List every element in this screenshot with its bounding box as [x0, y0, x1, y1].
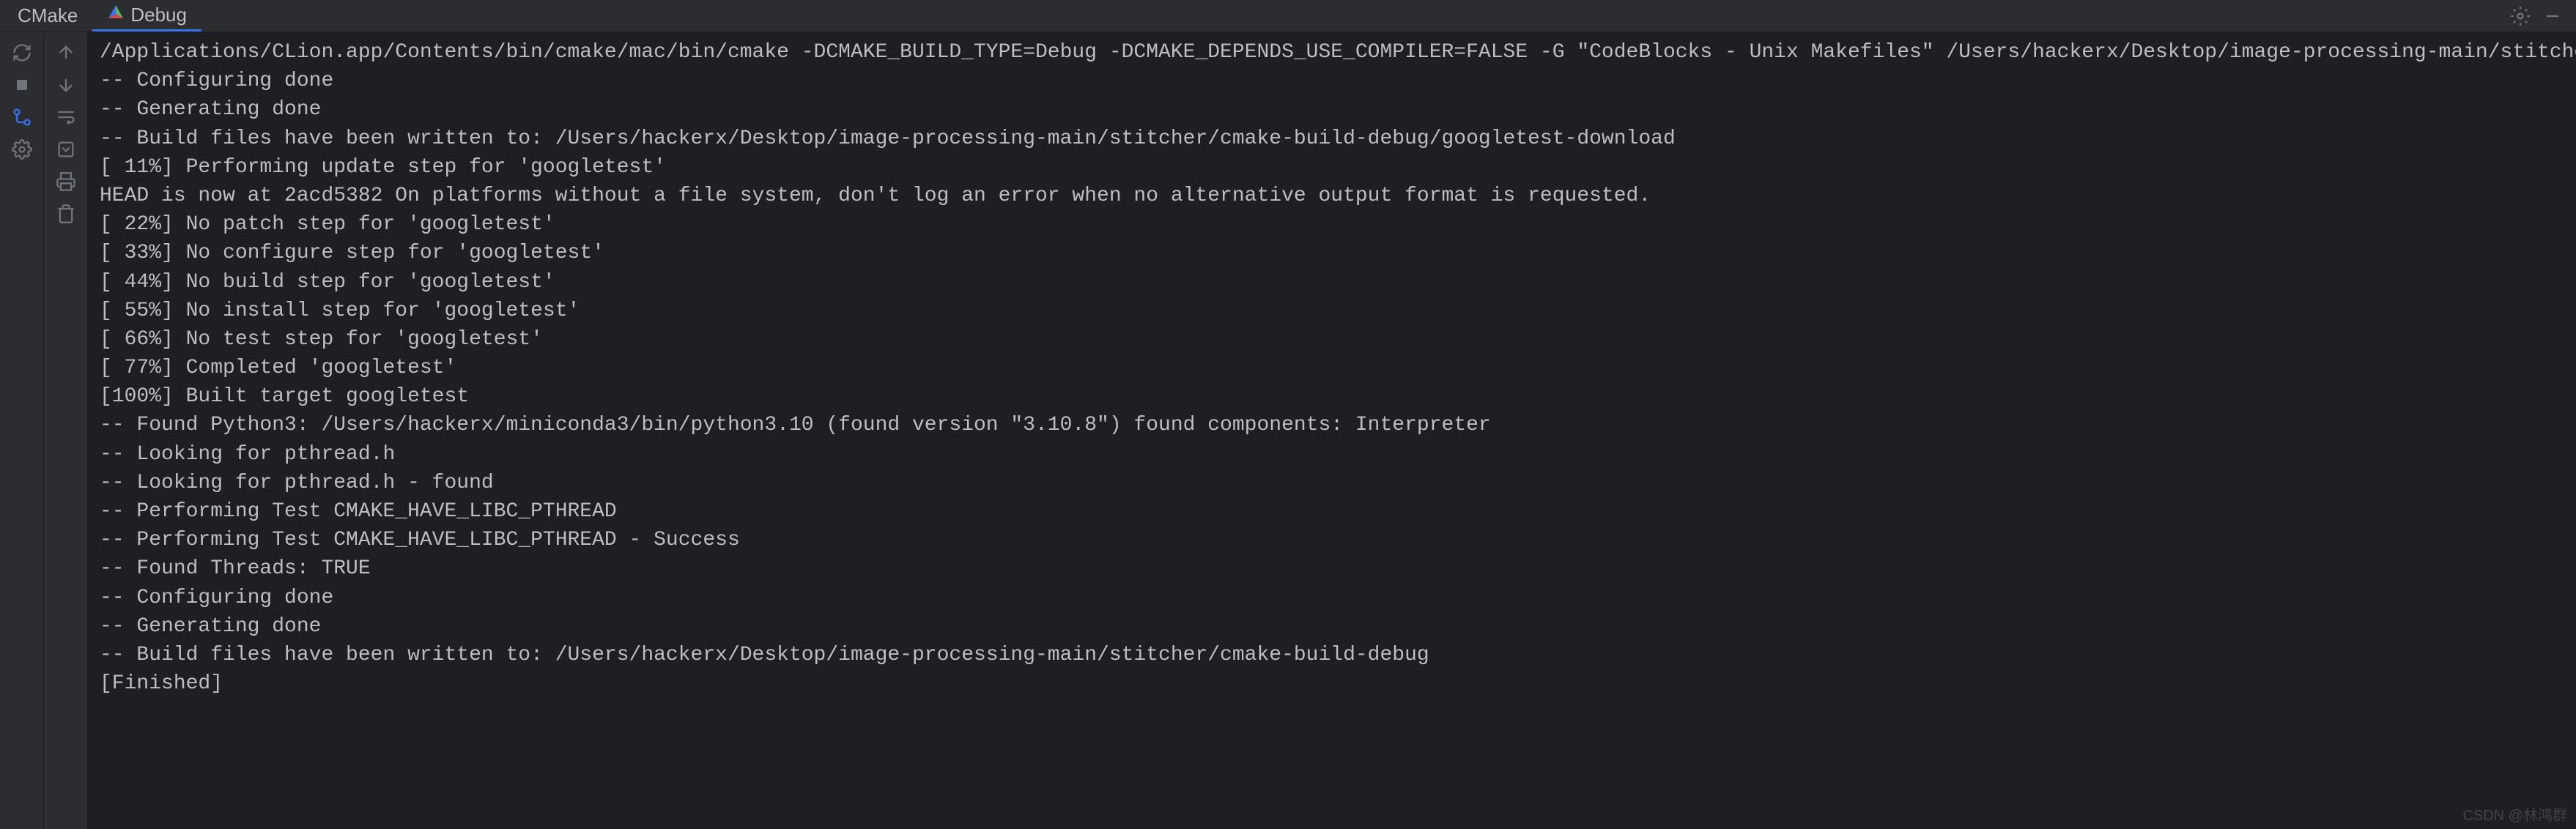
left-toolbar — [0, 32, 44, 829]
tab-bar: CMake Debug — [0, 0, 2576, 32]
console-line: -- Build files have been written to: /Us… — [100, 641, 2564, 669]
tab-cmake-label: CMake — [18, 4, 78, 27]
console-output[interactable]: /Applications/CLion.app/Contents/bin/cma… — [88, 32, 2576, 829]
console-line: -- Configuring done — [100, 584, 2564, 612]
arrow-up-icon[interactable] — [51, 38, 81, 67]
console-line: -- Found Threads: TRUE — [100, 554, 2564, 583]
console-line: [Finished] — [100, 669, 2564, 698]
changes-icon[interactable] — [7, 103, 37, 132]
console-line: /Applications/CLion.app/Contents/bin/cma… — [100, 38, 2564, 67]
console-line: [ 11%] Performing update step for 'googl… — [100, 153, 2564, 182]
console-line: -- Looking for pthread.h - found — [100, 469, 2564, 497]
arrow-down-icon[interactable] — [51, 70, 81, 100]
console-line: [ 33%] No configure step for 'googletest… — [100, 239, 2564, 267]
console-line: -- Generating done — [100, 612, 2564, 641]
minimize-icon[interactable] — [2541, 4, 2564, 28]
console-line: -- Build files have been written to: /Us… — [100, 124, 2564, 153]
console-line: [100%] Built target googletest — [100, 382, 2564, 411]
console-line: [ 55%] No install step for 'googletest' — [100, 297, 2564, 325]
settings-icon[interactable] — [7, 135, 37, 164]
watermark: CSDN @林鸿群 — [2462, 803, 2567, 825]
console-line: [ 77%] Completed 'googletest' — [100, 354, 2564, 382]
console-line: -- Configuring done — [100, 67, 2564, 95]
scroll-to-end-icon[interactable] — [51, 135, 81, 164]
console-line: -- Performing Test CMAKE_HAVE_LIBC_PTHRE… — [100, 526, 2564, 554]
cmake-triangle-icon — [107, 4, 125, 26]
console-line: -- Generating done — [100, 95, 2564, 124]
console-line: [ 44%] No build step for 'googletest' — [100, 268, 2564, 297]
console-line: -- Looking for pthread.h — [100, 440, 2564, 469]
console-line: HEAD is now at 2acd5382 On platforms wit… — [100, 182, 2564, 210]
soft-wrap-icon[interactable] — [51, 103, 81, 132]
console-line: -- Found Python3: /Users/hackerx/minicon… — [100, 411, 2564, 439]
tab-cmake[interactable]: CMake — [3, 0, 92, 31]
stop-icon[interactable] — [7, 70, 37, 100]
refresh-icon[interactable] — [7, 38, 37, 67]
console-line: [ 22%] No patch step for 'googletest' — [100, 210, 2564, 239]
trash-icon[interactable] — [51, 199, 81, 228]
console-line: -- Performing Test CMAKE_HAVE_LIBC_PTHRE… — [100, 497, 2564, 526]
tab-debug-label: Debug — [130, 4, 187, 26]
console-line: [ 66%] No test step for 'googletest' — [100, 325, 2564, 354]
tab-debug[interactable]: Debug — [92, 0, 201, 31]
print-icon[interactable] — [51, 167, 81, 196]
second-toolbar — [44, 32, 88, 829]
gear-icon[interactable] — [2509, 4, 2532, 28]
